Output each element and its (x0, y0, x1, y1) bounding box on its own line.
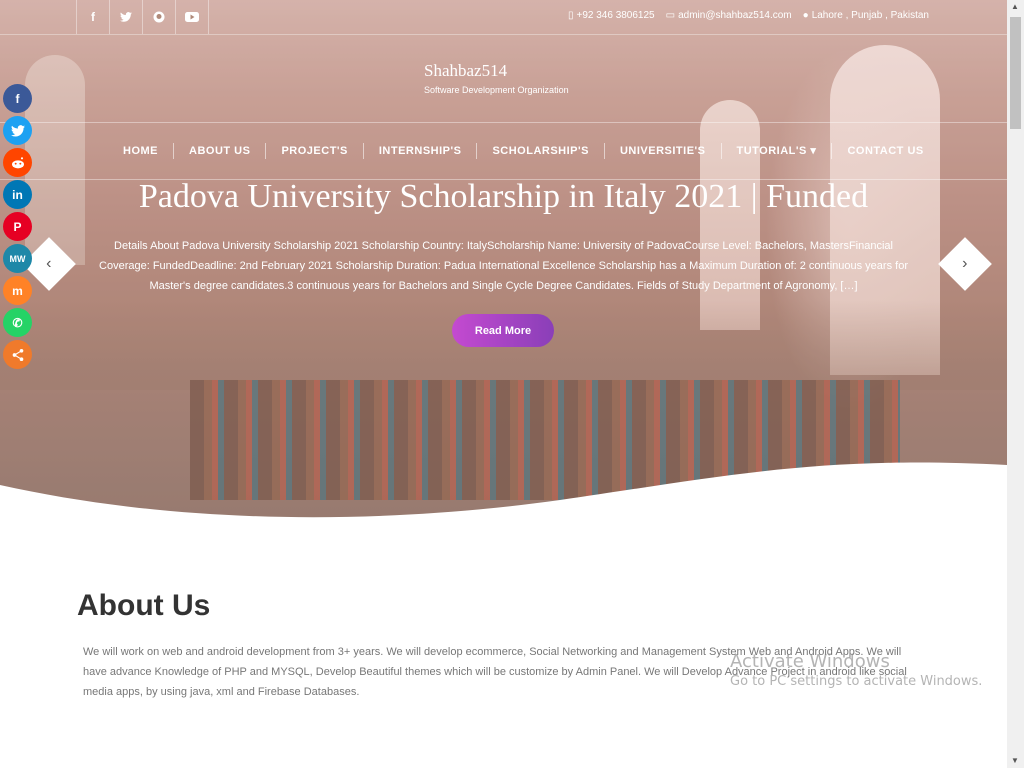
floating-share-bar: f in P MW m ✆ (3, 84, 32, 369)
watermark-title: Activate Windows (730, 651, 890, 672)
nav-internships[interactable]: INTERNSHIP'S (364, 143, 478, 159)
slide-title[interactable]: Padova University Scholarship in Italy 2… (0, 178, 1007, 216)
scrollbar-thumb[interactable] (1010, 17, 1021, 129)
reddit-share-icon[interactable] (3, 148, 32, 177)
email-contact[interactable]: ▭ admin@shahbaz514.com (666, 10, 792, 21)
slide-description: Details About Padova University Scholars… (99, 240, 908, 292)
nav-home[interactable]: HOME (108, 143, 174, 159)
twitter-share-icon[interactable] (3, 116, 32, 145)
location-pin-icon: ● (802, 10, 809, 21)
chevron-right-icon: › (962, 254, 968, 272)
nav-universities[interactable]: UNIVERSITIE'S (605, 143, 722, 159)
location-contact: ● Lahore , Punjab , Pakistan (803, 10, 929, 21)
linkedin-share-icon[interactable]: in (3, 180, 32, 209)
contact-info: ▯ +92 346 3806125 ▭ admin@shahbaz514.com ●… (568, 10, 929, 21)
watermark-subtitle: Go to PC settings to activate Windows. (730, 674, 983, 689)
read-more-button[interactable]: Read More (452, 314, 554, 347)
mewe-share-icon[interactable]: MW (3, 244, 32, 273)
site-tagline: Software Development Organization (424, 85, 569, 95)
site-brand[interactable]: Shahbaz514 Software Development Organiza… (424, 61, 569, 95)
email-address: admin@shahbaz514.com (678, 10, 792, 21)
twitter-icon[interactable] (109, 0, 142, 34)
youtube-icon[interactable] (175, 0, 209, 34)
nav-contact-us[interactable]: CONTACT US (832, 143, 938, 159)
about-heading: About Us (77, 589, 211, 622)
windows-activation-watermark: Activate Windows Go to PC settings to ac… (730, 651, 982, 689)
top-social-links: f (76, 0, 209, 34)
nav-projects[interactable]: PROJECT'S (266, 143, 364, 159)
pinterest-share-icon[interactable]: P (3, 212, 32, 241)
location-text: Lahore , Punjab , Pakistan (811, 10, 929, 21)
email-icon: ▭ (665, 10, 676, 21)
nav-about-us[interactable]: ABOUT US (174, 143, 267, 159)
main-navigation: HOME ABOUT US PROJECT'S INTERNSHIP'S SCH… (0, 122, 1007, 180)
top-bar: f ▯ +92 346 3806125 ▭ admin@shahbaz514.com… (0, 0, 1007, 35)
more-share-icon[interactable] (3, 340, 32, 369)
mix-share-icon[interactable]: m (3, 276, 32, 305)
whatsapp-share-icon[interactable]: ✆ (3, 308, 32, 337)
page-scrollbar[interactable]: ▲ ▼ (1007, 0, 1024, 768)
chevron-left-icon: ‹ (46, 254, 52, 272)
phone-number: +92 346 3806125 (576, 10, 655, 21)
scroll-up-arrow-icon[interactable]: ▲ (1011, 2, 1019, 11)
phone-contact[interactable]: ▯ +92 346 3806125 (568, 10, 655, 21)
hero-wave-divider (0, 462, 1007, 520)
nav-scholarships[interactable]: SCHOLARSHIP'S (477, 143, 605, 159)
facebook-icon[interactable]: f (76, 0, 109, 34)
nav-tutorials-dropdown[interactable]: TUTORIAL'S ▾ (722, 143, 833, 159)
github-icon[interactable] (142, 0, 175, 34)
scroll-down-arrow-icon[interactable]: ▼ (1011, 756, 1019, 765)
facebook-share-icon[interactable]: f (3, 84, 32, 113)
phone-icon: ▯ (567, 10, 574, 21)
site-name[interactable]: Shahbaz514 (424, 61, 569, 81)
